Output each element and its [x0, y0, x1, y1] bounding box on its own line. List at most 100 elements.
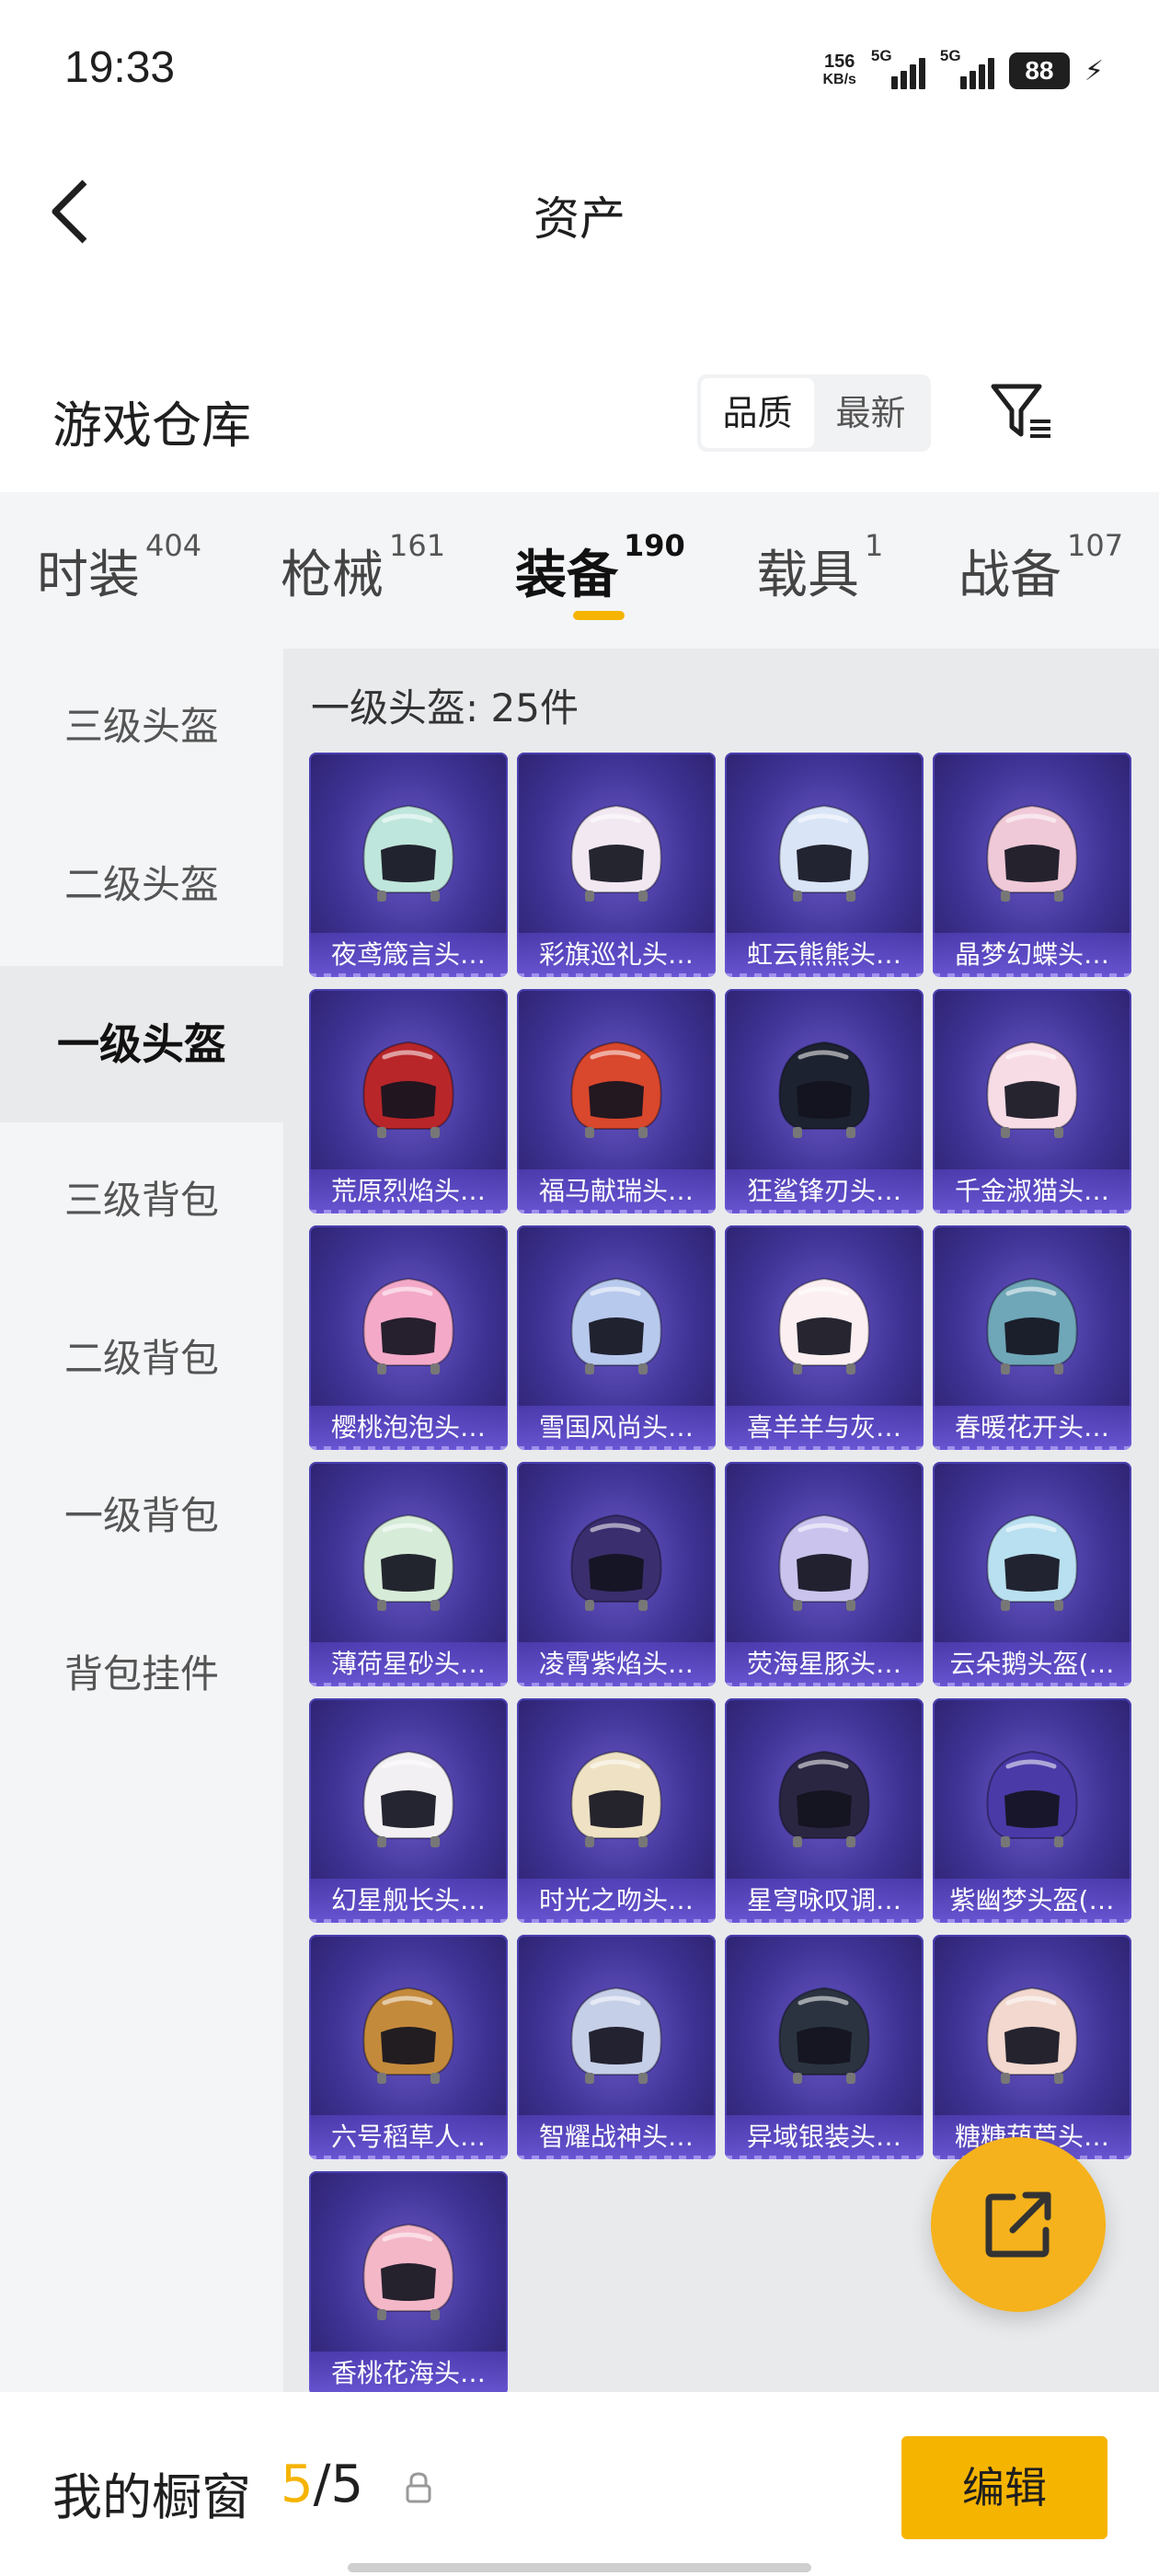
tab-count: 1	[865, 528, 884, 563]
item-card[interactable]: 糖糖葫芦头…	[933, 1935, 1131, 2159]
helmet-icon	[778, 1750, 870, 1847]
helmet-icon	[570, 1986, 662, 2084]
showcase-count: 5/5	[281, 2455, 363, 2514]
item-name: 时光之吻头…	[517, 1879, 716, 1923]
sidebar-item-lv2-helmet[interactable]: 二级头盔	[0, 807, 283, 963]
sort-quality-button[interactable]: 品质	[701, 378, 814, 448]
item-card[interactable]: 春暖花开头…	[933, 1225, 1131, 1450]
item-card[interactable]: 云朵鹅头盔(…	[933, 1462, 1131, 1686]
network-speed-value: 156	[824, 52, 855, 72]
status-time: 19:33	[64, 43, 176, 92]
item-card[interactable]: 福马献瑞头…	[517, 989, 716, 1213]
edit-button[interactable]: 编辑	[901, 2436, 1107, 2539]
signal-label-2: 5G	[939, 47, 961, 64]
helmet-icon	[362, 1986, 454, 2084]
sidebar-item-lv1-backpack[interactable]: 一级背包	[0, 1438, 283, 1594]
item-name: 荧海星豚头…	[725, 1642, 924, 1686]
item-name: 夜鸢箴言头…	[309, 933, 508, 977]
sidebar-item-lv1-helmet[interactable]: 一级头盔	[0, 966, 283, 1122]
helmet-icon	[362, 1277, 454, 1374]
helmet-icon	[986, 804, 1078, 902]
item-card[interactable]: 荧海星豚头…	[725, 1462, 924, 1686]
tab-gear[interactable]: 战备 107	[958, 528, 1123, 608]
item-name: 千金淑猫头…	[933, 1169, 1131, 1213]
item-card[interactable]: 香桃花海头…	[309, 2171, 508, 2396]
status-icons: 156 KB/s 5G 5G 88 ⚡	[822, 47, 1104, 94]
filter-icon	[991, 384, 1050, 438]
item-name: 荒原烈焰头…	[309, 1169, 508, 1213]
item-card[interactable]: 星穹咏叹调…	[725, 1698, 924, 1923]
helmet-icon	[986, 1750, 1078, 1847]
item-card[interactable]: 喜羊羊与灰…	[725, 1225, 924, 1450]
item-name: 异域银装头…	[725, 2115, 924, 2159]
item-name: 云朵鹅头盔(…	[933, 1642, 1131, 1686]
item-count-label: 一级头盔: 25件	[311, 685, 579, 730]
item-card[interactable]: 异域银装头…	[725, 1935, 924, 2159]
item-card[interactable]: 雪国风尚头…	[517, 1225, 716, 1450]
helmet-icon	[570, 1750, 662, 1847]
tab-count: 190	[624, 528, 685, 563]
item-card[interactable]: 荒原烈焰头…	[309, 989, 508, 1213]
sidebar: 三级头盔 二级头盔 一级头盔 三级背包 二级背包 一级背包 背包挂件	[0, 649, 283, 2392]
tab-fashion[interactable]: 时装 404	[37, 528, 201, 608]
tab-firearms[interactable]: 枪械 161	[281, 528, 445, 608]
item-name: 凌霄紫焰头…	[517, 1642, 716, 1686]
item-card[interactable]: 薄荷星砂头…	[309, 1462, 508, 1686]
item-card[interactable]: 幻星舰长头…	[309, 1698, 508, 1923]
header: 资产	[0, 138, 1159, 285]
helmet-icon	[362, 1041, 454, 1138]
item-name: 雪国风尚头…	[517, 1406, 716, 1450]
tab-label: 装备	[515, 546, 618, 605]
share-button[interactable]	[931, 2137, 1106, 2312]
sidebar-item-lv2-backpack[interactable]: 二级背包	[0, 1281, 283, 1437]
item-name: 福马献瑞头…	[517, 1169, 716, 1213]
item-name: 晶梦幻蝶头…	[933, 933, 1131, 977]
sidebar-item-backpack-pendant[interactable]: 背包挂件	[0, 1596, 283, 1753]
item-name: 彩旗巡礼头…	[517, 933, 716, 977]
item-card[interactable]: 千金淑猫头…	[933, 989, 1131, 1213]
tab-count: 161	[389, 528, 446, 563]
showcase-label: 我的橱窗	[52, 2468, 251, 2526]
tab-count: 404	[145, 528, 202, 563]
item-name: 幻星舰长头…	[309, 1879, 508, 1923]
tab-equipment[interactable]: 装备 190	[515, 528, 685, 608]
item-name: 紫幽梦头盔(…	[933, 1879, 1131, 1923]
item-name: 狂鲨锋刃头…	[725, 1169, 924, 1213]
showcase-total: /5	[313, 2455, 364, 2514]
helmet-icon	[362, 1750, 454, 1847]
tab-vehicles[interactable]: 载具 1	[756, 528, 883, 608]
signal-icon: 5G	[871, 47, 925, 89]
tab-label: 枪械	[281, 546, 384, 605]
item-card[interactable]: 紫幽梦头盔(…	[933, 1698, 1131, 1923]
helmet-icon	[778, 1986, 870, 2084]
helmet-icon	[570, 1513, 662, 1611]
home-indicator	[348, 2563, 811, 2572]
item-card[interactable]: 六号稻草人…	[309, 1935, 508, 2159]
item-card[interactable]: 晶梦幻蝶头…	[933, 753, 1131, 977]
item-name: 虹云熊熊头…	[725, 933, 924, 977]
helmet-icon	[362, 804, 454, 902]
item-name: 喜羊羊与灰…	[725, 1406, 924, 1450]
item-name: 星穹咏叹调…	[725, 1879, 924, 1923]
helmet-icon	[778, 1277, 870, 1374]
sidebar-item-lv3-helmet[interactable]: 三级头盔	[0, 649, 283, 805]
item-name: 香桃花海头…	[309, 2352, 508, 2396]
warehouse-title: 游戏仓库	[52, 397, 251, 454]
helmet-icon	[986, 1986, 1078, 2084]
item-card[interactable]: 时光之吻头…	[517, 1698, 716, 1923]
item-card[interactable]: 凌霄紫焰头…	[517, 1462, 716, 1686]
helmet-icon	[986, 1277, 1078, 1374]
item-card[interactable]: 虹云熊熊头…	[725, 753, 924, 977]
sort-latest-button[interactable]: 最新	[814, 378, 927, 448]
item-card[interactable]: 夜鸢箴言头…	[309, 753, 508, 977]
lock-icon	[406, 2472, 431, 2503]
item-card[interactable]: 彩旗巡礼头…	[517, 753, 716, 977]
item-card[interactable]: 狂鲨锋刃头…	[725, 989, 924, 1213]
item-name: 六号稻草人…	[309, 2115, 508, 2159]
item-card[interactable]: 智耀战神头…	[517, 1935, 716, 2159]
item-card[interactable]: 樱桃泡泡头…	[309, 1225, 508, 1450]
sidebar-item-lv3-backpack[interactable]: 三级背包	[0, 1122, 283, 1279]
filter-button[interactable]	[990, 381, 1054, 445]
network-speed: 156 KB/s	[822, 52, 855, 89]
helmet-icon	[778, 1041, 870, 1138]
